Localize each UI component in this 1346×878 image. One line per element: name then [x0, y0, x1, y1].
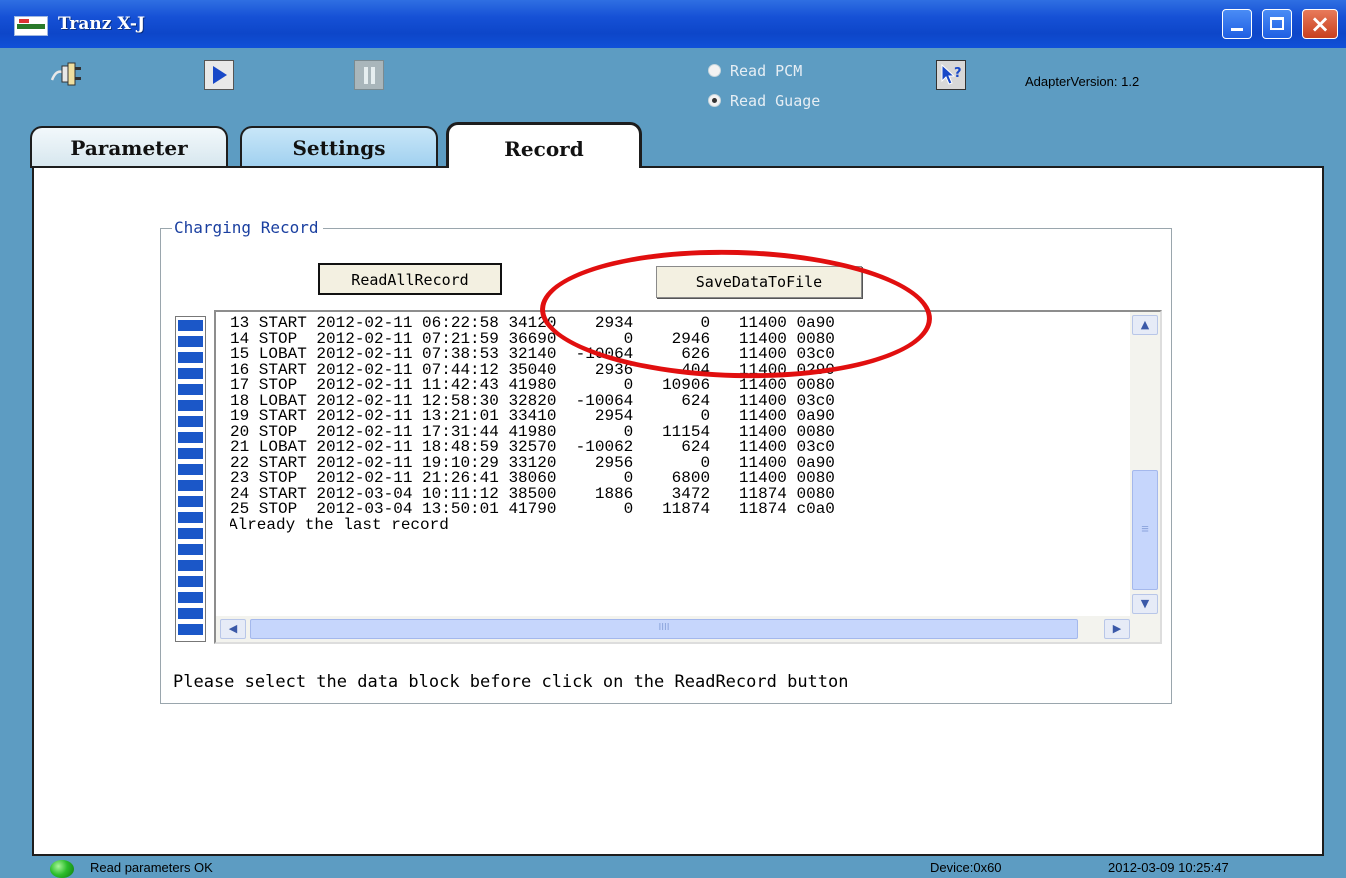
radio-label: Read PCM [730, 62, 803, 80]
vertical-scroll-thumb[interactable] [1132, 470, 1158, 590]
status-bar: Read parameters OK Device:0x60 2012-03-0… [0, 856, 1346, 878]
window-title: Tranz X-J [58, 14, 146, 34]
data-block-selector[interactable] [175, 316, 206, 642]
connect-icon[interactable] [50, 60, 84, 88]
hint-text: Please select the data block before clic… [173, 672, 849, 692]
data-block[interactable] [178, 448, 203, 459]
radio-indicator [708, 64, 721, 77]
radio-indicator-selected [708, 94, 721, 107]
data-block[interactable] [178, 464, 203, 475]
data-block[interactable] [178, 384, 203, 395]
read-all-record-button[interactable]: ReadAllRecord [318, 263, 502, 295]
pause-icon [363, 67, 377, 84]
scroll-up-button[interactable]: ▲ [1132, 315, 1158, 335]
data-block[interactable] [178, 400, 203, 411]
data-block[interactable] [178, 320, 203, 331]
chevron-right-icon: ▶ [1112, 622, 1122, 635]
device-id: Device:0x60 [930, 860, 1002, 875]
scroll-corner [1130, 616, 1160, 642]
close-icon: × [1309, 10, 1331, 38]
data-block[interactable] [178, 624, 203, 635]
data-block[interactable] [178, 528, 203, 539]
data-block[interactable] [178, 368, 203, 379]
data-block[interactable] [178, 416, 203, 427]
svg-text:?: ? [954, 66, 962, 81]
minimize-button[interactable] [1222, 9, 1252, 39]
radio-label: Read Guage [730, 92, 821, 110]
help-icon: ? [941, 63, 962, 85]
title-bar[interactable]: Tranz X-J × [0, 0, 1346, 48]
maximize-button[interactable] [1262, 9, 1292, 39]
vertical-scrollbar[interactable]: ▲ ▼ [1130, 312, 1160, 616]
last-record-message: Already the last record [230, 515, 449, 534]
status-led-icon [50, 860, 74, 878]
data-block[interactable] [178, 512, 203, 523]
data-block[interactable] [178, 544, 203, 555]
chevron-left-icon: ◀ [228, 622, 238, 635]
app-icon [14, 16, 48, 36]
tab-parameter[interactable]: Parameter [30, 126, 228, 168]
scroll-right-button[interactable]: ▶ [1104, 619, 1130, 639]
chevron-down-icon: ▼ [1140, 597, 1150, 610]
data-block[interactable] [178, 592, 203, 603]
pause-button[interactable] [354, 60, 384, 90]
scroll-left-button[interactable]: ◀ [220, 619, 246, 639]
group-title: Charging Record [172, 218, 323, 237]
adapter-version: AdapterVersion: 1.2 [1025, 74, 1140, 89]
horizontal-scrollbar[interactable]: ◀ ▶ [216, 616, 1134, 642]
data-block[interactable] [178, 432, 203, 443]
tab-record[interactable]: Record [446, 122, 642, 173]
minimize-icon [1231, 28, 1243, 31]
data-block[interactable] [178, 576, 203, 587]
tab-settings[interactable]: Settings [240, 126, 438, 168]
data-block[interactable] [178, 560, 203, 571]
status-message: Read parameters OK [90, 860, 213, 875]
toolbar [0, 48, 1346, 128]
close-button[interactable]: × [1302, 9, 1338, 39]
data-block[interactable] [178, 496, 203, 507]
data-block[interactable] [178, 480, 203, 491]
status-datetime: 2012-03-09 10:25:47 [1108, 860, 1229, 875]
play-button[interactable] [204, 60, 234, 90]
data-block[interactable] [178, 352, 203, 363]
chevron-up-icon: ▲ [1140, 318, 1150, 331]
maximize-icon [1270, 17, 1284, 30]
scroll-down-button[interactable]: ▼ [1132, 594, 1158, 614]
data-block[interactable] [178, 608, 203, 619]
data-block[interactable] [178, 336, 203, 347]
app-window: Tranz X-J × Read PCM Read Guage ? Adapte… [0, 0, 1346, 878]
horizontal-scroll-thumb[interactable] [250, 619, 1078, 639]
play-icon [213, 66, 227, 84]
help-button[interactable]: ? [936, 60, 966, 90]
